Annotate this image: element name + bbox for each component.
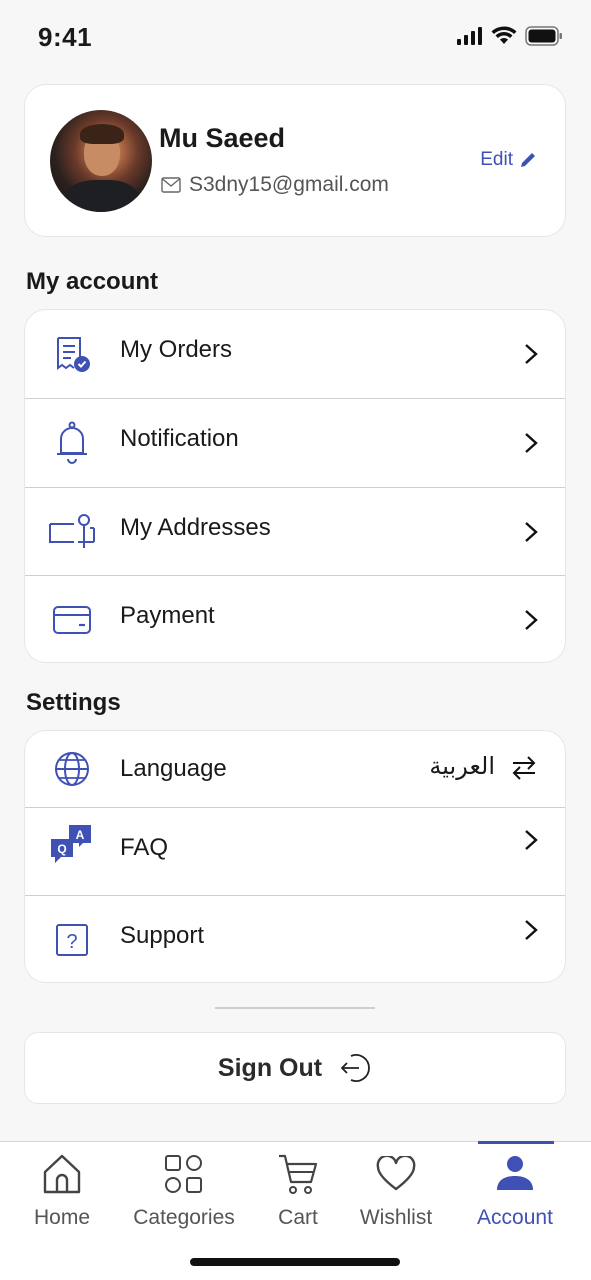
- address-pin-icon: [47, 510, 97, 554]
- menu-item-label: My Orders: [120, 336, 233, 363]
- svg-text:A: A: [76, 828, 85, 842]
- tab-label: Categories: [133, 1206, 235, 1229]
- avatar: [50, 110, 152, 212]
- profile-email-row: S3dny15@gmail.com: [161, 173, 389, 197]
- menu-item-label: Language: [120, 755, 227, 782]
- chevron-right-icon: [525, 433, 538, 453]
- profile-card: Mu Saeed S3dny15@gmail.com Edit: [24, 84, 566, 237]
- menu-item-support[interactable]: ? Support: [25, 895, 565, 982]
- tab-wishlist[interactable]: Wishlist: [352, 1142, 440, 1242]
- swap-icon: [512, 756, 536, 780]
- edit-profile-button[interactable]: Edit: [480, 149, 537, 171]
- categories-icon: [163, 1152, 205, 1196]
- svg-text:?: ?: [66, 931, 77, 953]
- my-account-title: My account: [26, 268, 159, 295]
- tab-label: Wishlist: [359, 1206, 433, 1229]
- svg-text:Q: Q: [57, 842, 66, 856]
- tab-label: Cart: [278, 1206, 318, 1229]
- menu-item-label: FAQ: [120, 834, 169, 861]
- battery-icon: [525, 26, 562, 46]
- settings-title: Settings: [26, 689, 121, 716]
- language-value: العربية: [429, 752, 495, 780]
- card-icon: [47, 598, 97, 642]
- question-icon: ?: [47, 918, 97, 962]
- tab-label: Home: [33, 1206, 91, 1229]
- home-indicator: [190, 1258, 400, 1266]
- tab-home[interactable]: Home: [22, 1142, 102, 1242]
- my-account-card: My Orders Notification My Addresses Paym…: [24, 309, 566, 663]
- chevron-right-icon: [525, 920, 538, 940]
- menu-item-payment[interactable]: Payment: [25, 575, 565, 662]
- menu-item-my-orders[interactable]: My Orders: [25, 310, 565, 398]
- heart-icon: [376, 1152, 416, 1196]
- pencil-icon: [521, 153, 535, 167]
- menu-item-label: My Addresses: [120, 514, 271, 541]
- chevron-right-icon: [525, 344, 538, 364]
- tab-label: Account: [477, 1206, 553, 1229]
- logout-icon: [340, 1054, 370, 1082]
- tab-categories[interactable]: Categories: [122, 1142, 246, 1242]
- signal-icon: [457, 27, 482, 45]
- cart-icon: [277, 1152, 319, 1196]
- account-icon: [495, 1152, 535, 1196]
- mail-icon: [161, 177, 181, 193]
- settings-card: Language العربية A Q FAQ ? Support: [24, 730, 566, 983]
- menu-item-label: Support: [120, 922, 205, 949]
- divider: [215, 1007, 375, 1009]
- orders-receipt-icon: [47, 332, 97, 376]
- tab-account[interactable]: Account: [468, 1142, 562, 1242]
- status-time: 9:41: [38, 22, 93, 52]
- menu-item-faq[interactable]: A Q FAQ: [25, 807, 565, 895]
- sign-out-button[interactable]: Sign Out: [24, 1032, 566, 1104]
- menu-item-language[interactable]: Language العربية: [25, 731, 565, 807]
- wifi-icon: [491, 26, 517, 44]
- bell-icon: [47, 421, 97, 465]
- chevron-right-icon: [525, 522, 538, 542]
- sign-out-label: Sign Out: [217, 1053, 323, 1082]
- profile-email: S3dny15@gmail.com: [189, 173, 389, 196]
- home-icon: [41, 1152, 83, 1196]
- status-bar: 9:41: [0, 0, 591, 76]
- edit-label: Edit: [480, 149, 513, 170]
- profile-name: Mu Saeed: [159, 123, 286, 153]
- menu-item-notification[interactable]: Notification: [25, 398, 565, 487]
- status-icons: [457, 26, 563, 46]
- menu-item-label: Notification: [120, 425, 239, 452]
- chevron-right-icon: [525, 830, 538, 850]
- tab-cart[interactable]: Cart: [266, 1142, 330, 1242]
- menu-item-label: Payment: [120, 602, 215, 629]
- chevron-right-icon: [525, 610, 538, 630]
- globe-icon: [47, 747, 97, 791]
- menu-item-my-addresses[interactable]: My Addresses: [25, 487, 565, 575]
- faq-chat-icon: A Q: [47, 822, 97, 866]
